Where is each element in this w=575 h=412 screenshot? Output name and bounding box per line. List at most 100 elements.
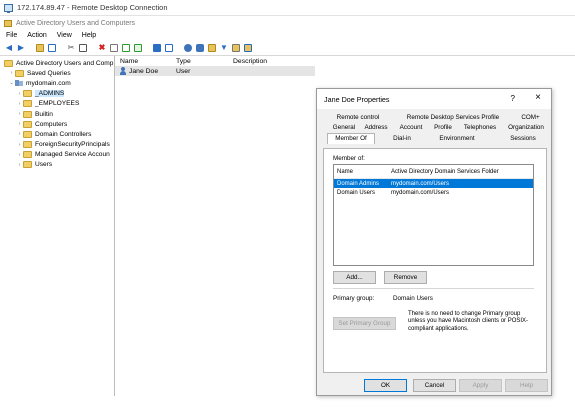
console-tree-icon[interactable] <box>47 43 57 53</box>
list-item[interactable]: Jane Doe User <box>115 66 315 76</box>
tab-organization[interactable]: Organization <box>505 123 547 133</box>
remove-button[interactable]: Remove <box>384 271 427 284</box>
expand-icon[interactable]: › <box>16 121 23 127</box>
toolbar-separator <box>90 43 95 53</box>
group-name: Domain Admins <box>337 180 380 187</box>
tree-label: _ADMINS <box>35 90 65 98</box>
folder-icon <box>23 161 32 169</box>
dialog-title: Jane Doe Properties <box>324 94 390 104</box>
forward-arrow-icon[interactable]: ▶ <box>16 43 26 53</box>
aduc-root-icon <box>4 59 13 67</box>
new-group-icon[interactable] <box>195 43 205 53</box>
tree-item-foreign-security-principals[interactable]: › ForeignSecurityPrincipals <box>0 140 114 150</box>
column-header-description[interactable]: Description <box>233 58 267 65</box>
tree-item-root[interactable]: Active Directory Users and Comp <box>0 58 114 68</box>
add-button[interactable]: Add... <box>333 271 376 284</box>
menu-action[interactable]: Action <box>27 32 46 39</box>
tree-item-employees[interactable]: › _EMPLOYEES <box>0 99 114 109</box>
tab-strip: Remote control Remote Desktop Services P… <box>323 113 545 149</box>
tab-environment[interactable]: Environment <box>433 134 481 144</box>
export-list-icon[interactable] <box>133 43 143 53</box>
mmc-icon[interactable] <box>164 43 174 53</box>
apply-button[interactable]: Apply <box>459 379 502 392</box>
member-of-list[interactable]: Name Active Directory Domain Services Fo… <box>333 164 534 266</box>
filter-icon[interactable]: ▼ <box>219 43 229 53</box>
properties-icon[interactable] <box>109 43 119 53</box>
primary-group-value: Domain Users <box>393 295 433 302</box>
expand-icon[interactable]: › <box>16 101 23 107</box>
ok-button[interactable]: OK <box>364 379 407 392</box>
collapse-icon[interactable]: ⌄ <box>8 80 15 86</box>
tree-label: Domain Controllers <box>35 130 92 138</box>
menu-view[interactable]: View <box>57 32 72 39</box>
dialog-title-bar: Jane Doe Properties ? × <box>317 89 551 109</box>
tab-address[interactable]: Address <box>362 123 390 133</box>
column-header-name[interactable]: Name <box>120 58 176 65</box>
tab-remote-control[interactable]: Remote control <box>333 113 383 123</box>
column-header-type[interactable]: Type <box>176 58 233 65</box>
column-header-name[interactable]: Name <box>334 169 391 175</box>
member-of-label: Member of: <box>333 155 365 162</box>
folder-up-icon[interactable] <box>35 43 45 53</box>
tree-item-computers[interactable]: › Computers <box>0 119 114 129</box>
tab-account[interactable]: Account <box>395 123 427 133</box>
cancel-button[interactable]: Cancel <box>413 379 456 392</box>
tab-member-of[interactable]: Member Of <box>327 133 375 144</box>
divider <box>333 288 534 289</box>
tab-sessions[interactable]: Sessions <box>505 134 541 144</box>
tree-item-domain-controllers[interactable]: › Domain Controllers <box>0 129 114 139</box>
properties-dialog: Jane Doe Properties ? × Remote control R… <box>316 88 552 396</box>
help-icon[interactable]: ? <box>511 94 515 103</box>
tree-label: _EMPLOYEES <box>35 100 80 108</box>
tree-item-domain[interactable]: ⌄ mydomain.com <box>0 78 114 88</box>
find-icon[interactable] <box>231 43 241 53</box>
tab-general[interactable]: General <box>328 123 360 133</box>
expand-icon[interactable]: › <box>16 131 23 137</box>
tree-item-managed-service-accounts[interactable]: › Managed Service Accoun <box>0 150 114 160</box>
expand-icon[interactable]: › <box>16 152 23 158</box>
delete-icon[interactable]: ✖ <box>97 43 107 53</box>
member-of-page: Member of: Name Active Directory Domain … <box>323 148 547 373</box>
add-to-group-icon[interactable] <box>243 43 253 53</box>
tree-item-saved-queries[interactable]: › Saved Queries <box>0 68 114 78</box>
tab-dial-in[interactable]: Dial-in <box>387 134 417 144</box>
group-folder: mydomain.com/Users <box>391 180 450 187</box>
new-user-icon[interactable] <box>183 43 193 53</box>
remote-desktop-icon <box>4 3 13 13</box>
new-ou-icon[interactable] <box>207 43 217 53</box>
set-primary-group-button[interactable]: Set Primary Group <box>333 317 396 330</box>
tree-item-users[interactable]: › Users <box>0 160 114 170</box>
tab-com-plus[interactable]: COM+ <box>518 113 543 123</box>
rdp-title: 172.174.89.47 - Remote Desktop Connectio… <box>17 3 168 12</box>
expand-icon[interactable]: › <box>16 162 23 168</box>
primary-group-label: Primary group: <box>333 295 375 302</box>
help-button[interactable]: Help <box>505 379 548 392</box>
tab-profile[interactable]: Profile <box>429 123 457 133</box>
tree-label: Users <box>35 161 53 169</box>
help-icon[interactable] <box>152 43 162 53</box>
table-row[interactable]: Domain Users mydomain.com/Users <box>334 188 533 197</box>
tree-item-builtin[interactable]: › Builtin <box>0 109 114 119</box>
copy-icon[interactable] <box>78 43 88 53</box>
tab-remote-desktop-services-profile[interactable]: Remote Desktop Services Profile <box>403 113 503 123</box>
primary-group-note: There is no need to change Primary group… <box>408 311 529 332</box>
table-row[interactable]: Domain Admins mydomain.com/Users <box>334 179 533 188</box>
folder-icon <box>23 120 32 128</box>
folder-icon <box>23 141 32 149</box>
cut-icon[interactable]: ✂ <box>66 43 76 53</box>
tab-telephones[interactable]: Telephones <box>460 123 500 133</box>
expand-icon[interactable]: › <box>8 70 15 76</box>
toolbar: ◀ ▶ ✂ ✖ ▼ <box>0 41 575 56</box>
back-arrow-icon[interactable]: ◀ <box>4 43 14 53</box>
folder-icon <box>23 110 32 118</box>
column-header-folder[interactable]: Active Directory Domain Services Folder <box>391 169 533 175</box>
close-icon[interactable]: × <box>535 92 541 103</box>
refresh-icon[interactable] <box>121 43 131 53</box>
menu-file[interactable]: File <box>6 32 17 39</box>
expand-icon[interactable]: › <box>16 142 23 148</box>
expand-icon[interactable]: › <box>16 91 23 97</box>
user-name: Jane Doe <box>129 67 159 75</box>
menu-help[interactable]: Help <box>82 32 96 39</box>
expand-icon[interactable]: › <box>16 111 23 117</box>
tree-item-admins[interactable]: › _ADMINS <box>0 89 114 99</box>
